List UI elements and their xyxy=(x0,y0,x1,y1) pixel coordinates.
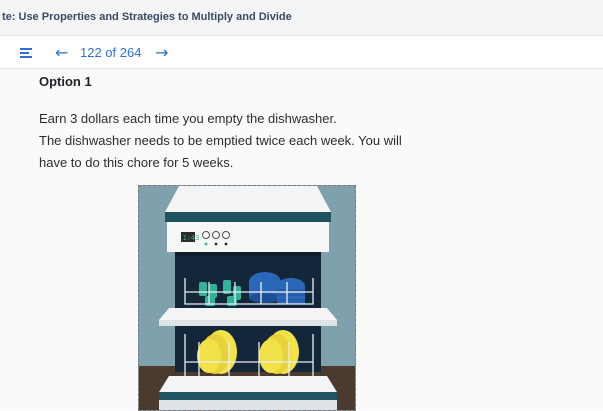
window-title: te: Use Properties and Strategies to Mul… xyxy=(2,11,292,23)
paragraph-line: have to do this chore for 5 weeks. xyxy=(39,155,234,170)
arrow-right-icon[interactable]: → xyxy=(155,43,168,62)
page-navigation-bar: ← 122 of 264 → xyxy=(0,36,603,69)
svg-text:1:43: 1:43 xyxy=(183,234,200,242)
paragraph-line: The dishwasher needs to be emptied twice… xyxy=(39,133,402,148)
dishwasher-illustration: 1:43 xyxy=(138,185,356,411)
title-bar: te: Use Properties and Strategies to Mul… xyxy=(0,0,603,36)
dishwasher-svg: 1:43 xyxy=(139,186,355,410)
menu-icon[interactable] xyxy=(20,48,32,58)
lesson-content: Option 1 Earn 3 dollars each time you em… xyxy=(0,69,603,411)
paragraph-line: Earn 3 dollars each time you empty the d… xyxy=(39,111,337,126)
option-title: Option 1 xyxy=(39,74,92,89)
arrow-left-icon[interactable]: ← xyxy=(55,43,68,62)
page-indicator: 122 of 264 xyxy=(80,45,142,60)
